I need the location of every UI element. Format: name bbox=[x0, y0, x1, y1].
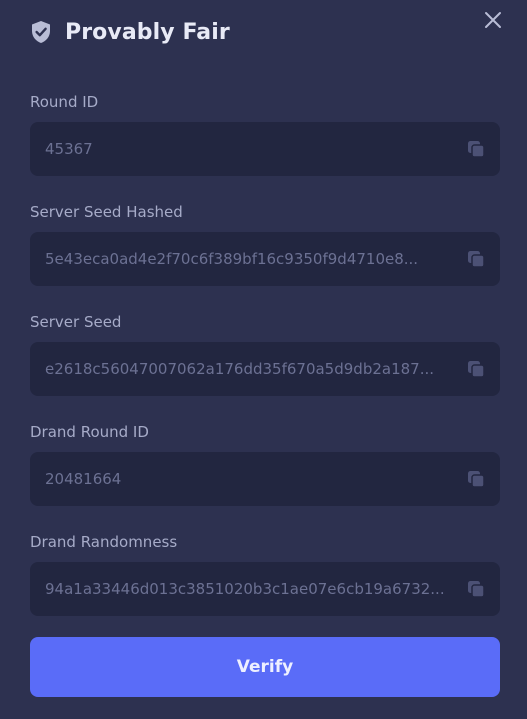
verify-button[interactable]: Verify bbox=[30, 637, 500, 697]
round-id-input[interactable]: 45367 bbox=[30, 122, 500, 176]
server-seed-field: Server Seed e2618c56047007062a176dd35f67… bbox=[30, 312, 500, 396]
drand-randomness-input[interactable]: 94a1a33446d013c3851020b3c1ae07e6cb19a673… bbox=[30, 562, 500, 616]
modal-title: Provably Fair bbox=[65, 19, 230, 45]
field-value[interactable]: 20481664 bbox=[45, 470, 460, 488]
drand-randomness-field: Drand Randomness 94a1a33446d013c3851020b… bbox=[30, 532, 500, 616]
drand-round-id-input[interactable]: 20481664 bbox=[30, 452, 500, 506]
field-label: Server Seed bbox=[30, 313, 122, 331]
shield-check-icon bbox=[30, 20, 52, 44]
copy-icon[interactable] bbox=[466, 139, 486, 159]
drand-round-id-field: Drand Round ID 20481664 bbox=[30, 422, 500, 506]
provably-fair-modal: Provably Fair Round ID 45367 Server Seed… bbox=[0, 0, 527, 719]
server-seed-input[interactable]: e2618c56047007062a176dd35f670a5d9db2a187… bbox=[30, 342, 500, 396]
copy-icon[interactable] bbox=[466, 249, 486, 269]
server-seed-hashed-field: Server Seed Hashed 5e43eca0ad4e2f70c6f38… bbox=[30, 202, 500, 286]
copy-icon[interactable] bbox=[466, 469, 486, 489]
field-value[interactable]: 45367 bbox=[45, 140, 460, 158]
field-label: Round ID bbox=[30, 93, 99, 111]
field-value[interactable]: 94a1a33446d013c3851020b3c1ae07e6cb19a673… bbox=[45, 580, 460, 598]
modal-header: Provably Fair bbox=[30, 16, 230, 48]
field-value[interactable]: e2618c56047007062a176dd35f670a5d9db2a187… bbox=[45, 360, 460, 378]
round-id-field: Round ID 45367 bbox=[30, 92, 500, 176]
copy-icon[interactable] bbox=[466, 579, 486, 599]
copy-icon[interactable] bbox=[466, 359, 486, 379]
field-value[interactable]: 5e43eca0ad4e2f70c6f389bf16c9350f9d4710e8… bbox=[45, 250, 460, 268]
server-seed-hashed-input[interactable]: 5e43eca0ad4e2f70c6f389bf16c9350f9d4710e8… bbox=[30, 232, 500, 286]
field-label: Drand Randomness bbox=[30, 533, 178, 551]
close-icon[interactable] bbox=[481, 8, 505, 32]
field-label: Server Seed Hashed bbox=[30, 203, 183, 221]
field-label: Drand Round ID bbox=[30, 423, 149, 441]
